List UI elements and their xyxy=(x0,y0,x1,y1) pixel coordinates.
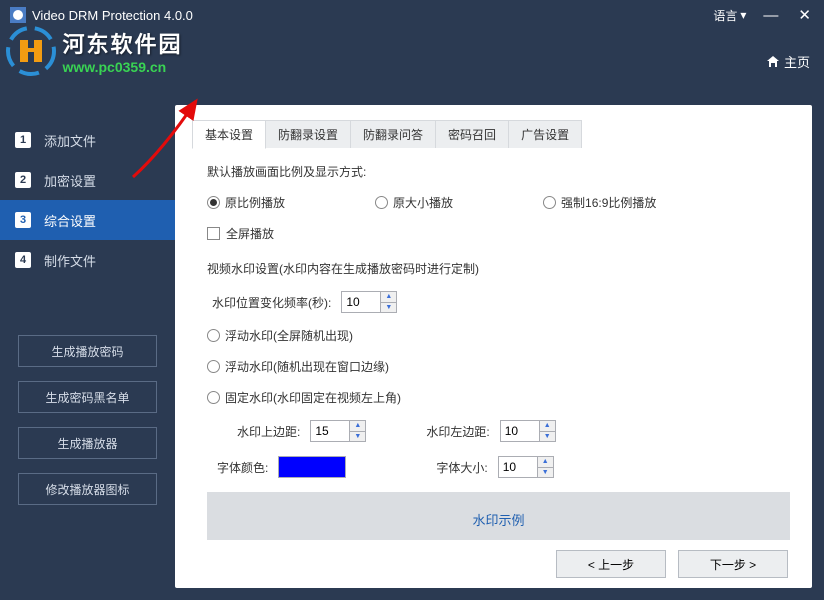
margin-top-spinner[interactable]: ▲▼ xyxy=(310,420,366,442)
home-link[interactable]: 主页 xyxy=(766,52,810,71)
pos-freq-input[interactable] xyxy=(342,292,380,312)
radio-original-size[interactable]: 原大小播放 xyxy=(375,194,453,211)
prev-button[interactable]: < 上一步 xyxy=(556,550,666,578)
sidebar: 1添加文件 2加密设置 3综合设置 4制作文件 生成播放密码 生成密码黑名单 生… xyxy=(0,105,175,588)
watermark-section-label: 视频水印设置(水印内容在生成播放密码时进行定制) xyxy=(207,260,790,277)
tab-anti-record[interactable]: 防翻录设置 xyxy=(265,120,351,148)
spin-down-icon[interactable]: ▼ xyxy=(538,468,553,478)
margin-top-input[interactable] xyxy=(311,421,349,441)
close-button[interactable]: ✕ xyxy=(795,6,814,24)
watermark-example: 水印示例 xyxy=(207,492,790,540)
font-size-input[interactable] xyxy=(499,457,537,477)
gen-password-button[interactable]: 生成播放密码 xyxy=(18,335,157,367)
tab-basic[interactable]: 基本设置 xyxy=(192,120,266,149)
titlebar: Video DRM Protection 4.0.0 语言 ▾ — ✕ xyxy=(0,0,824,30)
spin-down-icon[interactable]: ▼ xyxy=(381,303,396,313)
play-ratio-label: 默认播放画面比例及显示方式: xyxy=(207,163,790,180)
radio-fixed[interactable]: 固定水印(水印固定在视频左上角) xyxy=(207,389,401,406)
chevron-down-icon: ▾ xyxy=(740,8,746,22)
step-add-files[interactable]: 1添加文件 xyxy=(0,120,175,160)
next-button[interactable]: 下一步 > xyxy=(678,550,788,578)
minimize-button[interactable]: — xyxy=(760,7,781,24)
app-icon xyxy=(10,7,26,23)
pos-freq-label: 水印位置变化频率(秒): xyxy=(212,294,331,311)
checkbox-fullscreen[interactable]: 全屏播放 xyxy=(207,225,790,242)
font-size-label: 字体大小: xyxy=(436,459,487,476)
gen-blacklist-button[interactable]: 生成密码黑名单 xyxy=(18,381,157,413)
margin-top-label: 水印上边距: xyxy=(237,423,300,440)
margin-left-input[interactable] xyxy=(501,421,539,441)
title-text: Video DRM Protection 4.0.0 xyxy=(32,8,713,23)
tabs: 基本设置 防翻录设置 防翻录问答 密码召回 广告设置 xyxy=(192,120,800,149)
settings-panel: 基本设置 防翻录设置 防翻录问答 密码召回 广告设置 默认播放画面比例及显示方式… xyxy=(175,105,812,588)
home-icon xyxy=(766,55,780,69)
tab-pwd-recall[interactable]: 密码召回 xyxy=(435,120,509,148)
radio-169[interactable]: 强制16:9比例播放 xyxy=(543,194,656,211)
modify-icon-button[interactable]: 修改播放器图标 xyxy=(18,473,157,505)
spin-up-icon[interactable]: ▲ xyxy=(540,421,555,432)
font-size-spinner[interactable]: ▲▼ xyxy=(498,456,554,478)
margin-left-label: 水印左边距: xyxy=(426,423,489,440)
step-general[interactable]: 3综合设置 xyxy=(0,200,175,240)
spin-down-icon[interactable]: ▼ xyxy=(350,432,365,442)
gen-player-button[interactable]: 生成播放器 xyxy=(18,427,157,459)
spin-up-icon[interactable]: ▲ xyxy=(538,457,553,468)
font-color-label: 字体颜色: xyxy=(217,459,268,476)
margin-left-spinner[interactable]: ▲▼ xyxy=(500,420,556,442)
step-build[interactable]: 4制作文件 xyxy=(0,240,175,280)
spin-down-icon[interactable]: ▼ xyxy=(540,432,555,442)
tab-ad[interactable]: 广告设置 xyxy=(508,120,582,148)
radio-float-full[interactable]: 浮动水印(全屏随机出现) xyxy=(207,327,353,344)
spin-up-icon[interactable]: ▲ xyxy=(350,421,365,432)
pos-freq-spinner[interactable]: ▲▼ xyxy=(341,291,397,313)
radio-original-ratio[interactable]: 原比例播放 xyxy=(207,194,285,211)
spin-up-icon[interactable]: ▲ xyxy=(381,292,396,303)
language-dropdown[interactable]: 语言 ▾ xyxy=(713,7,746,24)
radio-float-edge[interactable]: 浮动水印(随机出现在窗口边缘) xyxy=(207,358,389,375)
step-encrypt[interactable]: 2加密设置 xyxy=(0,160,175,200)
font-color-picker[interactable] xyxy=(278,456,346,478)
tab-anti-qa[interactable]: 防翻录问答 xyxy=(350,120,436,148)
